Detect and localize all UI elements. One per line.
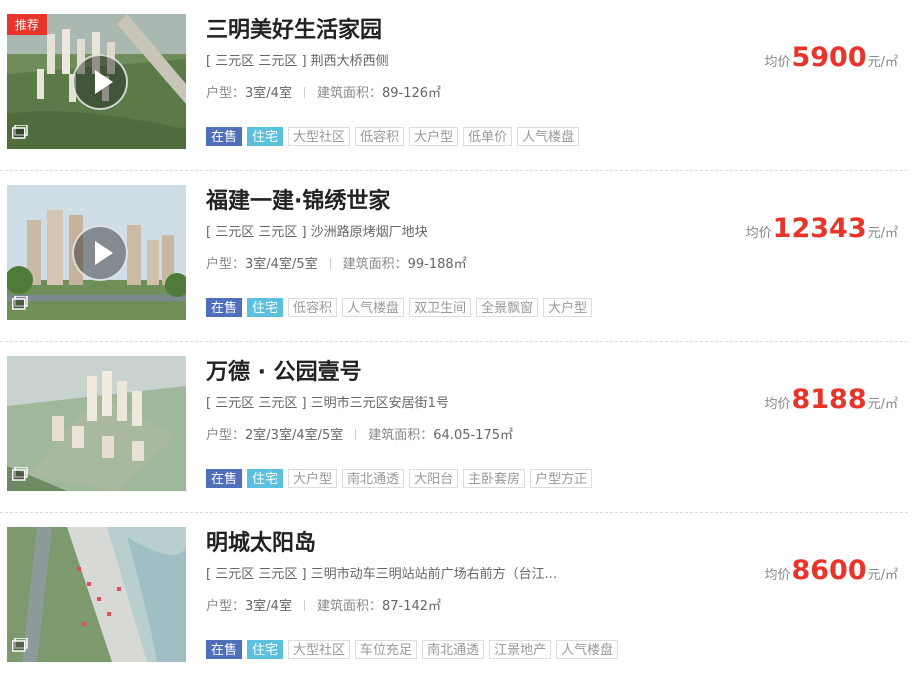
tag: 南北通透 xyxy=(422,640,485,659)
play-icon[interactable] xyxy=(72,54,128,110)
area-label: 建筑面积： xyxy=(316,599,382,614)
layout-label: 户型： xyxy=(206,599,246,614)
tag: 人气楼盘 xyxy=(556,640,619,659)
tag: 全景飘窗 xyxy=(476,298,539,317)
tag-on-sale: 在售 xyxy=(206,640,243,659)
area-label: 建筑面积： xyxy=(316,86,382,101)
listing-title[interactable]: 明城太阳岛 xyxy=(206,525,316,557)
area-value: 89-126㎡ xyxy=(381,86,442,101)
listing-specs: 户型：3室/4室 建筑面积：89-126㎡ xyxy=(206,82,441,101)
listing-title[interactable]: 万德 · 公园壹号 xyxy=(206,354,362,386)
listing-list: 推荐 三明美好生活家园 [ 三元区 三元区 ] 荆西大桥西侧 户型：3室/4室建… xyxy=(0,0,915,677)
listing-address: [ 三元区 三元区 ] 三明市三元区安居街1号 xyxy=(206,396,449,411)
tag-residential: 住宅 xyxy=(247,127,284,146)
tag: 户型方正 xyxy=(530,469,593,488)
price-prefix: 均价 xyxy=(764,55,791,70)
listing-thumbnail[interactable] xyxy=(7,527,186,662)
tag: 大型社区 xyxy=(288,127,351,146)
tag: 江景地产 xyxy=(489,640,552,659)
price-block: 均价8600元/㎡ xyxy=(764,555,898,586)
layout-value: 3室/4室 xyxy=(245,86,292,101)
area-value: 87-142㎡ xyxy=(381,599,442,614)
area-label: 建筑面积： xyxy=(342,257,408,272)
divider xyxy=(329,258,331,269)
price-block: 均价8188元/㎡ xyxy=(764,384,898,415)
layout-value: 3室/4室/5室 xyxy=(245,257,318,272)
gallery-icon xyxy=(12,296,28,310)
area-value: 99-188㎡ xyxy=(407,257,467,272)
play-icon[interactable] xyxy=(72,225,128,281)
price-unit: 元/㎡ xyxy=(867,568,898,583)
listing-thumbnail[interactable] xyxy=(7,356,186,491)
divider xyxy=(355,429,357,440)
price-value: 8600 xyxy=(791,555,867,586)
price-prefix: 均价 xyxy=(745,226,772,241)
listing-specs: 户型：2室/3室/4室/5室 建筑面积：64.05-175㎡ xyxy=(206,424,513,443)
tag-list: 在售 住宅 大户型 南北通透 大阳台 主卧套房 户型方正 xyxy=(206,469,593,488)
price-block: 均价12343元/㎡ xyxy=(746,213,898,244)
gallery-icon xyxy=(12,467,28,481)
layout-value: 2室/3室/4室/5室 xyxy=(245,428,344,443)
tag: 双卫生间 xyxy=(409,298,472,317)
gallery-icon xyxy=(12,638,28,652)
listing-item[interactable]: 明城太阳岛 [ 三元区 三元区 ] 三明市动车三明站站前广场右前方（台江... … xyxy=(0,513,908,684)
price-unit: 元/㎡ xyxy=(867,226,898,241)
tag: 主卧套房 xyxy=(463,469,526,488)
listing-specs: 户型：3室/4室 建筑面积：87-142㎡ xyxy=(206,595,441,614)
tag-list: 在售 住宅 低容积 人气楼盘 双卫生间 全景飘窗 大户型 xyxy=(206,298,593,317)
divider xyxy=(303,600,305,611)
area-value: 64.05-175㎡ xyxy=(433,428,513,443)
tag-residential: 住宅 xyxy=(247,469,284,488)
tag: 南北通透 xyxy=(342,469,405,488)
tag: 车位充足 xyxy=(355,640,418,659)
listing-address: [ 三元区 三元区 ] 沙洲路原烤烟厂地块 xyxy=(206,225,428,240)
layout-label: 户型： xyxy=(206,428,246,443)
listing-item[interactable]: 推荐 三明美好生活家园 [ 三元区 三元区 ] 荆西大桥西侧 户型：3室/4室 建… xyxy=(0,0,908,171)
listing-address: [ 三元区 三元区 ] 荆西大桥西侧 xyxy=(206,54,389,69)
tag: 低容积 xyxy=(288,298,338,317)
tag: 人气楼盘 xyxy=(517,127,580,146)
area-label: 建筑面积： xyxy=(368,428,434,443)
tag-residential: 住宅 xyxy=(247,640,284,659)
listing-title[interactable]: 三明美好生活家园 xyxy=(206,12,382,44)
tag-on-sale: 在售 xyxy=(206,298,243,317)
listing-specs: 户型：3室/4室/5室 建筑面积：99-188㎡ xyxy=(206,253,467,272)
tag: 大户型 xyxy=(543,298,593,317)
price-value: 12343 xyxy=(772,213,867,244)
aerial-rendering-image xyxy=(7,356,186,491)
tag-list: 在售 住宅 大型社区 低容积 大户型 低单价 人气楼盘 xyxy=(206,127,580,146)
price-prefix: 均价 xyxy=(764,568,791,583)
price-unit: 元/㎡ xyxy=(867,55,898,70)
layout-label: 户型： xyxy=(206,86,246,101)
price-block: 均价5900元/㎡ xyxy=(764,42,898,73)
recommended-badge: 推荐 xyxy=(7,14,48,35)
divider xyxy=(303,87,305,98)
price-value: 8188 xyxy=(791,384,867,415)
listing-item[interactable]: 福建一建·锦绣世家 [ 三元区 三元区 ] 沙洲路原烤烟厂地块 户型：3室/4室… xyxy=(0,171,908,342)
tag-on-sale: 在售 xyxy=(206,469,243,488)
tag: 低容积 xyxy=(355,127,405,146)
listing-title[interactable]: 福建一建·锦绣世家 xyxy=(206,183,390,215)
listing-item[interactable]: 万德 · 公园壹号 [ 三元区 三元区 ] 三明市三元区安居街1号 户型：2室/… xyxy=(0,342,908,513)
layout-label: 户型： xyxy=(206,257,246,272)
masterplan-map-image xyxy=(7,527,186,662)
tag: 低单价 xyxy=(463,127,513,146)
price-unit: 元/㎡ xyxy=(867,397,898,412)
tag-on-sale: 在售 xyxy=(206,127,243,146)
tag: 大型社区 xyxy=(288,640,351,659)
tag: 大户型 xyxy=(409,127,459,146)
price-prefix: 均价 xyxy=(764,397,791,412)
tag-residential: 住宅 xyxy=(247,298,284,317)
layout-value: 3室/4室 xyxy=(245,599,292,614)
tag: 大户型 xyxy=(288,469,338,488)
listing-address: [ 三元区 三元区 ] 三明市动车三明站站前广场右前方（台江... xyxy=(206,567,558,582)
price-value: 5900 xyxy=(791,42,867,73)
tag: 大阳台 xyxy=(409,469,459,488)
gallery-icon xyxy=(12,125,28,139)
tag: 人气楼盘 xyxy=(342,298,405,317)
tag-list: 在售 住宅 大型社区 车位充足 南北通透 江景地产 人气楼盘 xyxy=(206,640,619,659)
